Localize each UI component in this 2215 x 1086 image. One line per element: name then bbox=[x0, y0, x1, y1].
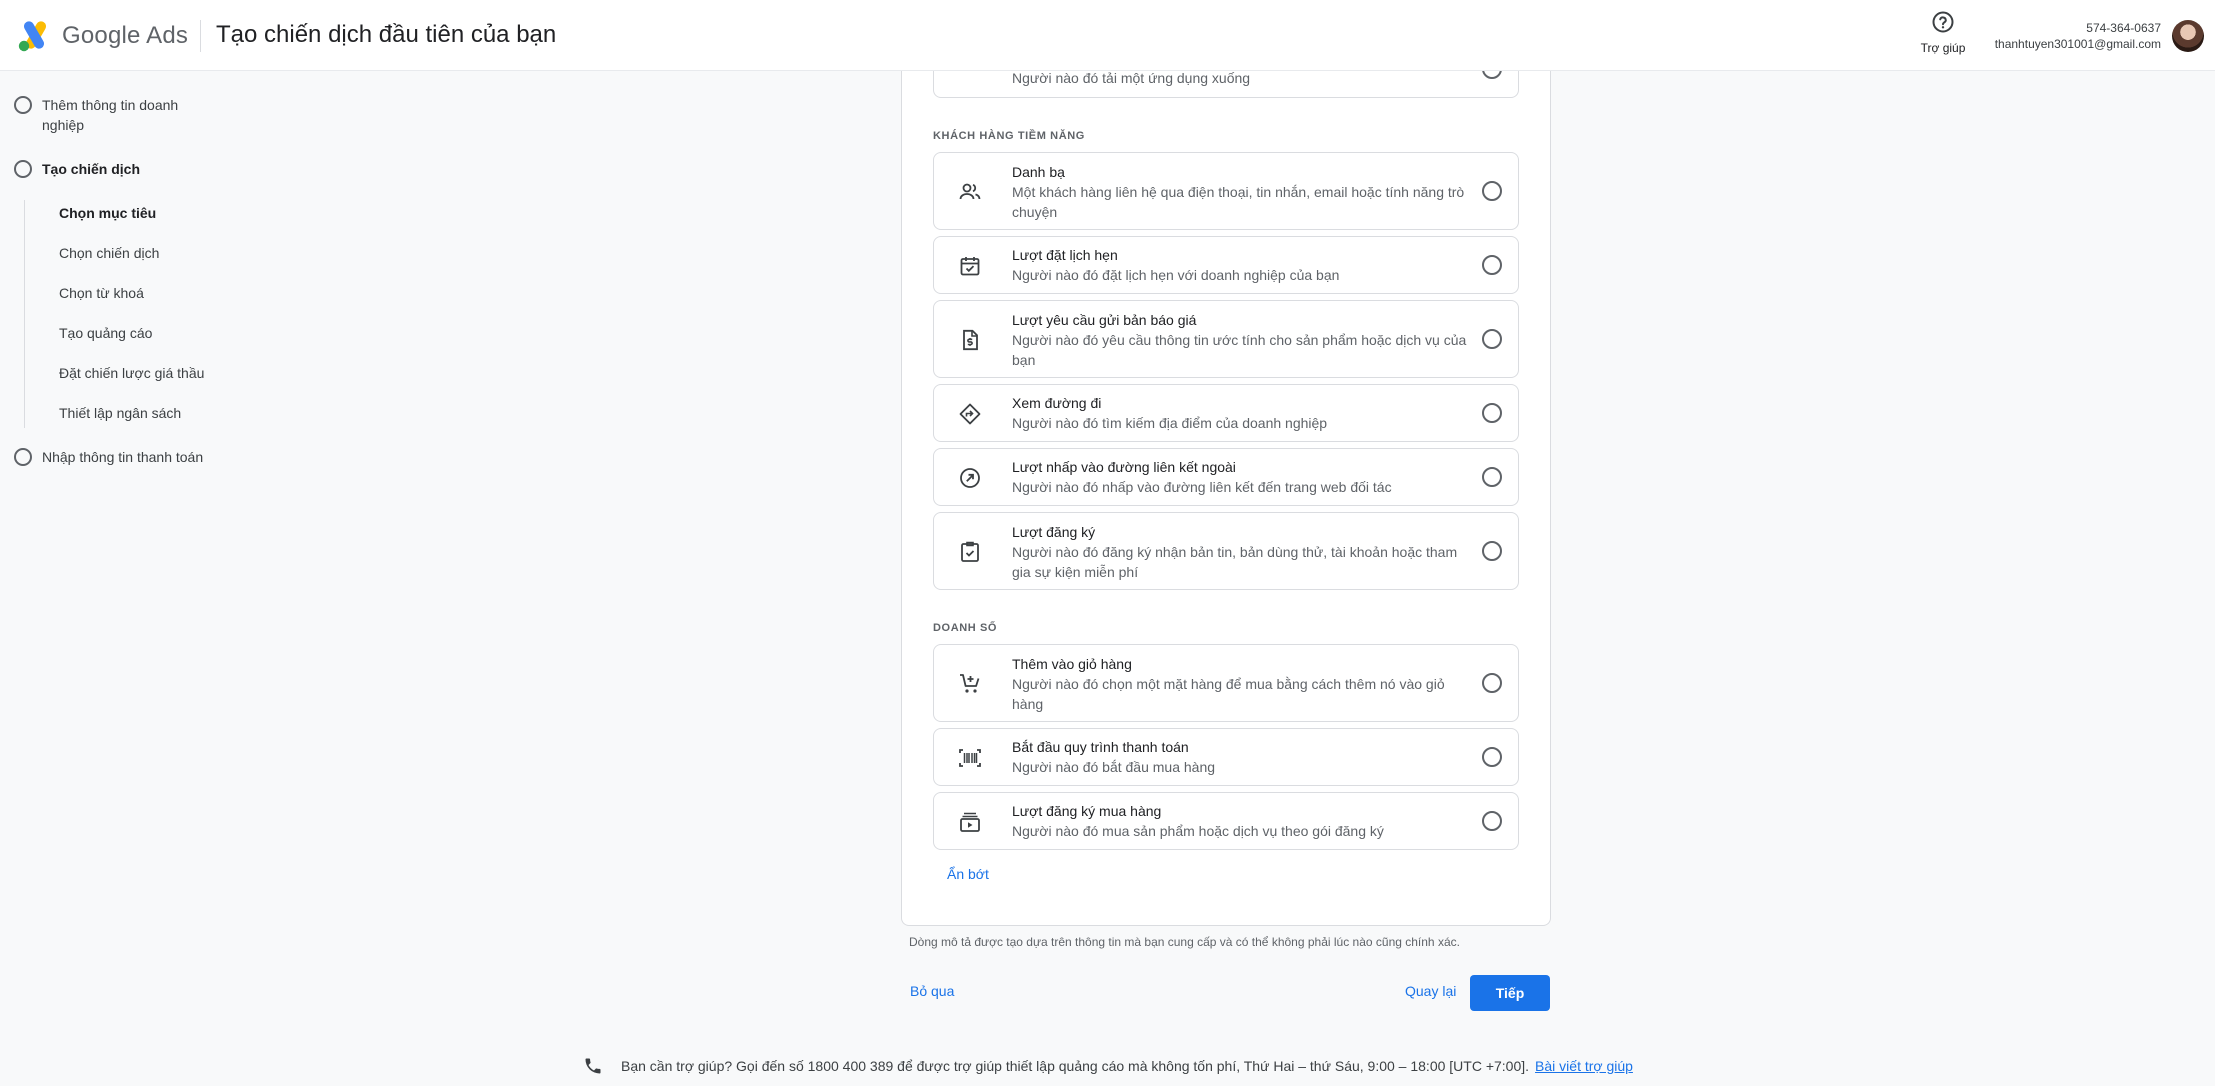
phone-icon bbox=[585, 1058, 601, 1074]
show-less-link[interactable]: Ẩn bớt bbox=[947, 866, 989, 882]
goal-option-title: Bắt đầu quy trình thanh toán bbox=[1012, 739, 1189, 755]
goal-option-add-to-cart[interactable]: Thêm vào giỏ hàng Người nào đó chọn một … bbox=[933, 644, 1519, 722]
substep-connector bbox=[24, 200, 25, 428]
goal-radio[interactable] bbox=[1482, 673, 1502, 693]
goal-option-title: Xem đường đi bbox=[1012, 395, 1102, 411]
help-icon bbox=[1932, 11, 1954, 33]
section-title-sales: DOANH SỐ bbox=[933, 622, 998, 634]
help-footer-text: Bạn cần trợ giúp? Gọi đến số 1800 400 38… bbox=[621, 1058, 1530, 1074]
brand-name: Google Ads bbox=[62, 22, 189, 49]
goal-option-desc: Người nào đó tải một ứng dụng xuống bbox=[1012, 70, 1251, 86]
goal-option-appointments[interactable]: Lượt đặt lịch hẹn Người nào đó đặt lịch … bbox=[933, 236, 1519, 294]
step-status-circle-icon bbox=[14, 448, 32, 466]
header-divider bbox=[200, 20, 201, 52]
account-info[interactable]: 574-364-0637 thanhtuyen301001@gmail.com bbox=[1995, 20, 2161, 52]
back-button[interactable]: Quay lại bbox=[1405, 983, 1456, 999]
avatar[interactable] bbox=[2172, 20, 2204, 52]
substep-choose-keywords[interactable]: Chọn từ khoá bbox=[59, 285, 144, 301]
goal-radio[interactable] bbox=[1482, 811, 1502, 831]
step-create-campaign[interactable]: Tạo chiến dịch bbox=[14, 159, 192, 179]
goal-option-begin-checkout[interactable]: Bắt đầu quy trình thanh toán Người nào đ… bbox=[933, 728, 1519, 786]
calendar-check-icon bbox=[960, 257, 980, 276]
goal-option-desc: Người nào đó đăng ký nhận bản tin, bản d… bbox=[1012, 544, 1458, 580]
substep-budget[interactable]: Thiết lập ngân sách bbox=[59, 405, 181, 421]
help-label: Trợ giúp bbox=[1920, 41, 1966, 55]
help-button[interactable]: Trợ giúp bbox=[1912, 10, 1974, 55]
request-quote-icon bbox=[963, 329, 978, 351]
goal-option-desc: Một khách hàng liên hệ qua điện thoại, t… bbox=[1012, 184, 1465, 220]
goal-radio[interactable] bbox=[1482, 747, 1502, 767]
goal-option-signups[interactable]: Lượt đăng ký Người nào đó đăng ký nhận b… bbox=[933, 512, 1519, 590]
goal-radio[interactable] bbox=[1482, 255, 1502, 275]
goal-option-desc: Người nào đó chọn một mặt hàng để mua bằ… bbox=[1012, 676, 1445, 712]
goal-option-contacts[interactable]: Danh bạ Một khách hàng liên hệ qua điện … bbox=[933, 152, 1519, 230]
goal-radio[interactable] bbox=[1482, 181, 1502, 201]
generated-description-disclaimer: Dòng mô tả được tạo dựa trên thông tin m… bbox=[909, 935, 1460, 949]
step-status-circle-icon bbox=[14, 160, 32, 178]
goal-option-outbound-clicks[interactable]: Lượt nhấp vào đường liên kết ngoài Người… bbox=[933, 448, 1519, 506]
goal-option-directions[interactable]: Xem đường đi Người nào đó tìm kiếm địa đ… bbox=[933, 384, 1519, 442]
goal-option-desc: Người nào đó yêu cầu thông tin ước tính … bbox=[1012, 332, 1467, 368]
goal-option-desc: Người nào đó đặt lịch hẹn với doanh nghi… bbox=[1012, 267, 1340, 283]
goal-option-subscribe[interactable]: Lượt đăng ký mua hàng Người nào đó mua s… bbox=[933, 792, 1519, 850]
goal-option-desc: Người nào đó nhấp vào đường liên kết đến… bbox=[1012, 479, 1392, 495]
signup-check-icon bbox=[961, 541, 979, 562]
substep-bidding[interactable]: Đặt chiến lược giá thầu bbox=[59, 365, 204, 381]
help-footer: Bạn cần trợ giúp? Gọi đến số 1800 400 38… bbox=[583, 1056, 1633, 1076]
goal-option-title: Lượt đăng ký bbox=[1012, 524, 1096, 540]
goal-option-title: Lượt đặt lịch hẹn bbox=[1012, 247, 1118, 263]
step-status-circle-icon bbox=[14, 96, 32, 114]
goal-option-desc: Người nào đó bắt đầu mua hàng bbox=[1012, 759, 1216, 775]
goal-radio[interactable] bbox=[1482, 329, 1502, 349]
add-cart-icon bbox=[960, 674, 980, 693]
goal-option-desc: Người nào đó mua sản phẩm hoặc dịch vụ t… bbox=[1012, 823, 1384, 839]
account-phone: 574-364-0637 bbox=[2086, 21, 2161, 35]
goal-option-title: Lượt nhấp vào đường liên kết ngoài bbox=[1012, 459, 1236, 475]
subscription-icon bbox=[960, 812, 980, 832]
skip-button[interactable]: Bỏ qua bbox=[910, 983, 954, 999]
goal-option-title: Thêm vào giỏ hàng bbox=[1012, 656, 1132, 672]
next-button[interactable]: Tiếp bbox=[1470, 975, 1550, 1011]
section-title-leads: KHÁCH HÀNG TIỀM NĂNG bbox=[933, 130, 1085, 142]
goal-option-quote-requests[interactable]: Lượt yêu cầu gửi bản báo giá Người nào đ… bbox=[933, 300, 1519, 378]
directions-icon bbox=[959, 403, 981, 425]
goal-option-desc: Người nào đó tìm kiếm địa điểm của doanh… bbox=[1012, 415, 1328, 431]
step-label: Thêm thông tin doanh nghiệp bbox=[42, 97, 179, 133]
goal-radio[interactable] bbox=[1482, 467, 1502, 487]
substep-choose-goal[interactable]: Chọn mục tiêu bbox=[59, 205, 156, 221]
substep-create-ad[interactable]: Tạo quảng cáo bbox=[59, 325, 152, 341]
goal-option-title: Lượt yêu cầu gửi bản báo giá bbox=[1012, 312, 1197, 328]
contacts-icon bbox=[959, 183, 981, 200]
google-ads-logo-icon[interactable] bbox=[18, 20, 52, 52]
step-billing[interactable]: Nhập thông tin thanh toán bbox=[14, 447, 242, 467]
goal-option-title: Lượt đăng ký mua hàng bbox=[1012, 803, 1162, 819]
page-title: Tạo chiến dịch đầu tiên của bạn bbox=[216, 21, 557, 48]
substep-choose-campaign[interactable]: Chọn chiến dịch bbox=[59, 245, 159, 261]
goal-option-title: Danh bạ bbox=[1012, 164, 1065, 180]
step-label: Nhập thông tin thanh toán bbox=[42, 449, 204, 465]
goal-radio[interactable] bbox=[1482, 541, 1502, 561]
outbound-link-icon bbox=[960, 468, 980, 488]
barcode-icon bbox=[959, 749, 981, 767]
step-label: Tạo chiến dịch bbox=[42, 161, 141, 177]
goal-radio[interactable] bbox=[1482, 403, 1502, 423]
top-app-bar: Google Ads Tạo chiến dịch đầu tiên của b… bbox=[0, 0, 2215, 71]
help-article-link[interactable]: Bài viết trợ giúp bbox=[1535, 1058, 1633, 1074]
step-business-info[interactable]: Thêm thông tin doanh nghiệp bbox=[14, 95, 192, 135]
account-email: thanhtuyen301001@gmail.com bbox=[1994, 37, 2161, 51]
